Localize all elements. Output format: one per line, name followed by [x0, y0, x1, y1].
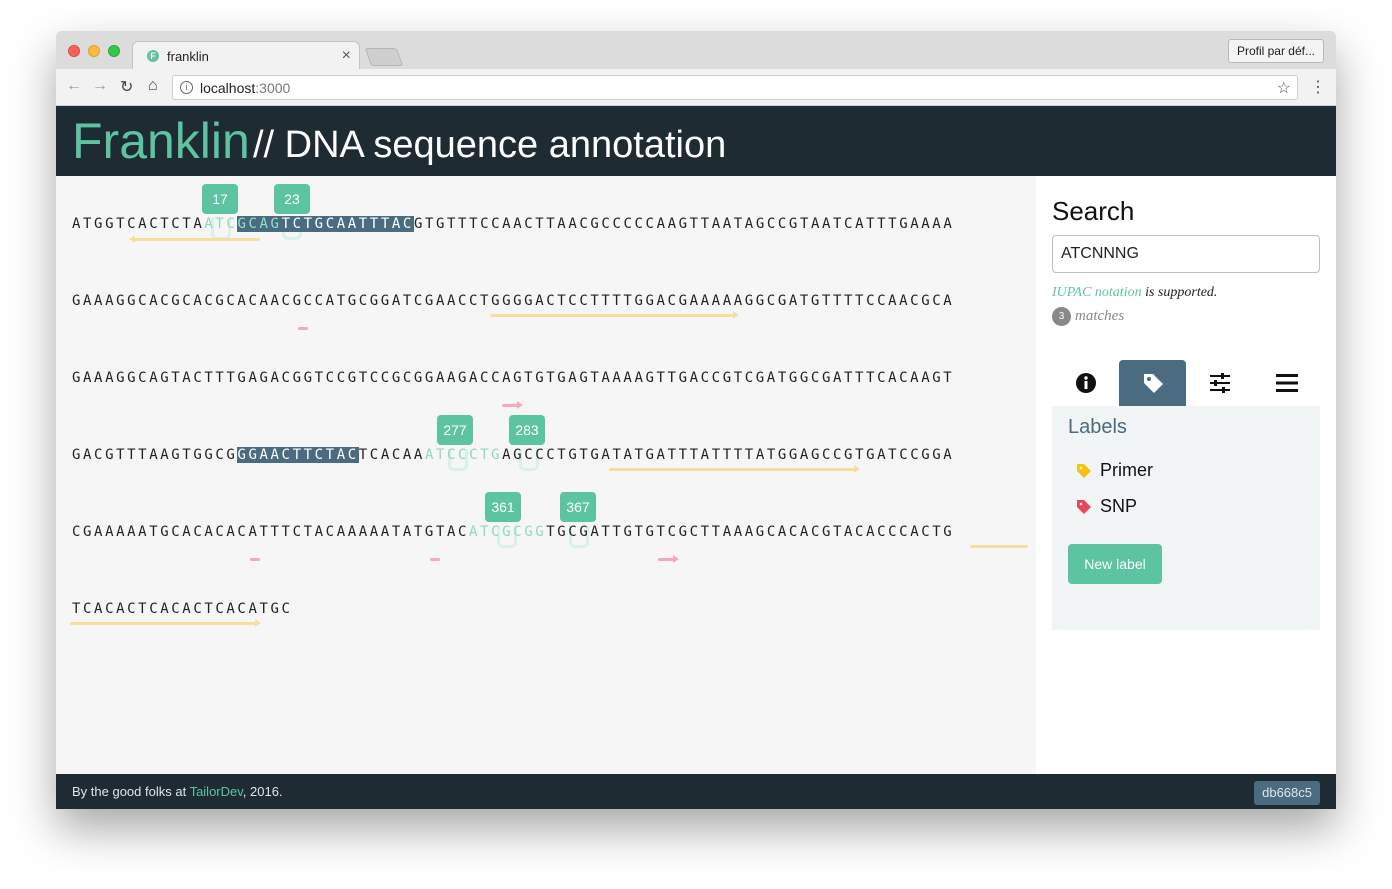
url-text: localhost:3000: [200, 80, 291, 96]
bookmark-star-icon[interactable]: ☆: [1277, 78, 1291, 98]
label-item-primer[interactable]: Primer: [1076, 460, 1153, 481]
minimize-window-button[interactable]: [88, 45, 100, 57]
tab-close-icon[interactable]: ×: [342, 47, 351, 65]
close-window-button[interactable]: [68, 45, 80, 57]
tab-list[interactable]: [1253, 360, 1320, 406]
sliders-icon: [1209, 373, 1230, 393]
search-heading: Search: [1052, 196, 1135, 226]
sequence-line: CGAAAAATGCACACACATTTCTACAAAAATATGTACATCG…: [72, 524, 955, 540]
selection-highlight: GCAG: [237, 216, 282, 232]
selection-highlight: GGAACTTCTAC: [237, 447, 359, 463]
browser-window: F franklin × Profil par déf... ← → ↻ ⌂ i…: [56, 31, 1336, 809]
selection-highlight: TCTGCAATTTAC: [281, 216, 414, 232]
app-title: Franklin: [72, 113, 250, 169]
search-input[interactable]: [1052, 235, 1320, 273]
primer-feature-forward[interactable]: [970, 545, 1028, 548]
primer-feature-forward[interactable]: [70, 619, 261, 627]
match-highlight: ATCGCGG: [469, 524, 547, 540]
app-subtitle: // DNA sequence annotation: [253, 124, 727, 166]
sequence-viewer: 17 23 ATGGTCACTCTAATCGCAGTCTGCAATTTACGTG…: [56, 176, 1036, 774]
match-badge[interactable]: 361: [485, 492, 521, 522]
iupac-hint: IUPAC notation is supported.: [1052, 285, 1218, 300]
match-badge[interactable]: 277: [437, 415, 473, 445]
home-icon[interactable]: ⌂: [148, 77, 158, 95]
primer-feature-reverse[interactable]: [129, 235, 260, 243]
primer-feature-forward[interactable]: [490, 311, 739, 319]
browser-tabbar: F franklin × Profil par déf...: [56, 31, 1336, 69]
primer-feature-forward[interactable]: [609, 465, 860, 473]
snp-feature[interactable]: [250, 558, 260, 561]
iupac-link[interactable]: IUPAC notation: [1052, 285, 1142, 300]
match-badge[interactable]: 23: [274, 184, 310, 214]
footer-credits: By the good folks at TailorDev, 2016.: [72, 784, 283, 799]
tab-info[interactable]: [1052, 360, 1119, 406]
app-footer: By the good folks at TailorDev, 2016. db…: [56, 774, 1336, 809]
site-info-icon[interactable]: i: [180, 81, 193, 94]
match-highlight: ATCCCTG: [424, 447, 503, 463]
snp-feature[interactable]: [430, 558, 440, 561]
info-icon: [1075, 373, 1096, 393]
snp-tag-icon: [1077, 499, 1091, 514]
sequence-line: ATGGTCACTCTAATCGCAGTCTGCAATTTACGTGTTTCCA…: [72, 216, 955, 232]
tab-settings[interactable]: [1186, 360, 1253, 406]
sidebar-tabs: [1052, 360, 1320, 407]
new-label-button[interactable]: New label: [1068, 544, 1162, 584]
match-summary: 3 matches: [1052, 307, 1124, 326]
forward-icon[interactable]: →: [92, 77, 108, 95]
browser-tab[interactable]: F franklin ×: [132, 41, 360, 69]
reload-icon[interactable]: ↻: [120, 77, 133, 97]
match-count-badge: 3: [1052, 307, 1071, 326]
app-header: Franklin // DNA sequence annotation: [56, 106, 1336, 176]
tab-labels[interactable]: [1119, 360, 1186, 406]
labels-heading: Labels: [1068, 416, 1127, 438]
profile-button[interactable]: Profil par déf...: [1227, 39, 1324, 63]
match-badge[interactable]: 17: [202, 184, 238, 214]
back-icon[interactable]: ←: [66, 77, 82, 95]
match-badge[interactable]: 283: [509, 415, 545, 445]
new-tab-button[interactable]: [364, 48, 404, 66]
tailordev-link[interactable]: TailorDev: [190, 784, 243, 799]
snp-feature[interactable]: [658, 555, 679, 563]
sequence-line: GAAAGGCAGTACTTTGAGACGGTCCGTCCGCGGAAGACCA…: [72, 370, 955, 386]
primer-tag-icon: [1077, 463, 1091, 478]
label-item-snp[interactable]: SNP: [1076, 496, 1137, 517]
browser-menu-icon[interactable]: ⋮: [1310, 77, 1326, 97]
list-icon: [1275, 374, 1298, 392]
maximize-window-button[interactable]: [108, 45, 120, 57]
tag-icon: [1143, 374, 1163, 393]
match-highlight: ATC: [204, 216, 238, 232]
labels-panel: Labels Primer SNP New label: [1052, 406, 1320, 630]
sidebar: Search IUPAC notation is supported. 3mat…: [1036, 176, 1336, 774]
snp-feature[interactable]: [298, 327, 308, 330]
match-badge[interactable]: 367: [560, 492, 596, 522]
version-badge: db668c5: [1254, 781, 1320, 805]
favicon-icon: F: [147, 50, 159, 62]
tab-title: franklin: [167, 49, 209, 64]
snp-feature[interactable]: [502, 401, 523, 409]
browser-toolbar: ← → ↻ ⌂ i localhost:3000 ☆ ⋮: [56, 69, 1336, 106]
address-bar[interactable]: i localhost:3000 ☆: [172, 75, 1298, 100]
